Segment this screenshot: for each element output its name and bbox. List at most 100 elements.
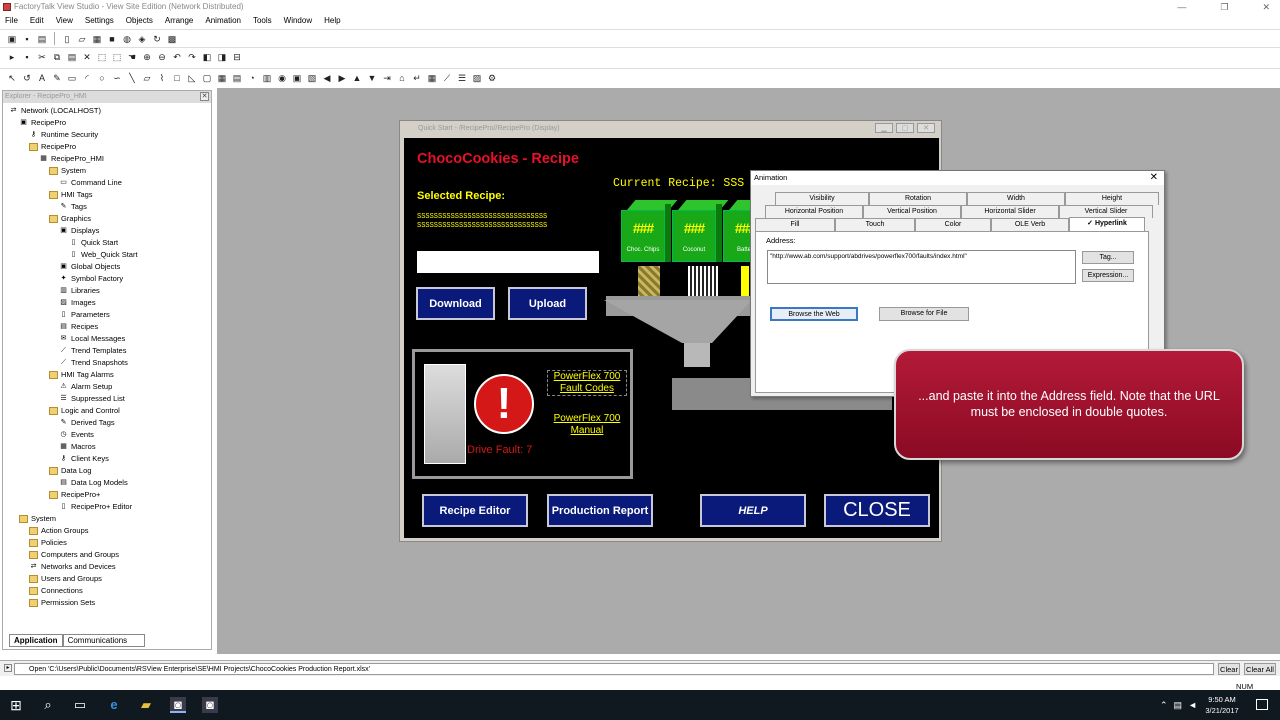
tree-item[interactable]: Users and Groups	[29, 573, 102, 585]
search-icon[interactable]: ⌕	[40, 697, 56, 713]
save-icon[interactable]: ▪	[21, 33, 33, 45]
trend-icon[interactable]: ⟋	[441, 72, 453, 84]
new-project-icon[interactable]: ▣	[6, 33, 18, 45]
tree-item[interactable]: Logic and Control	[49, 405, 120, 417]
tree-item[interactable]: Connections	[29, 585, 83, 597]
arrow-icon[interactable]: ▸	[6, 51, 18, 63]
tree-item[interactable]: ⇄ Networks and Devices	[29, 561, 116, 573]
menu-help[interactable]: Help	[324, 14, 340, 28]
redo-icon[interactable]: ↷	[186, 51, 198, 63]
close-display-button[interactable]: CLOSE	[824, 494, 930, 527]
tree-item[interactable]: RecipePro	[29, 141, 76, 153]
expression-button[interactable]: Expression...	[1082, 269, 1134, 282]
menu-window[interactable]: Window	[284, 14, 312, 28]
tree-item[interactable]: ✎ Tags	[59, 201, 87, 213]
string-display-icon[interactable]: ▤	[231, 72, 243, 84]
test-icon[interactable]: ◈	[136, 33, 148, 45]
button-icon[interactable]: ▢	[201, 72, 213, 84]
copy-icon[interactable]: ⧉	[51, 51, 63, 63]
tree-item[interactable]: ▨ Images	[59, 297, 95, 309]
new-icon[interactable]: ▯	[61, 33, 73, 45]
arrow-left-icon[interactable]: ◀	[321, 72, 333, 84]
display-client-taskbar-icon[interactable]: ◙	[202, 697, 218, 713]
tab-height[interactable]: Height	[1065, 192, 1159, 205]
numeric-display-icon[interactable]: ▦	[216, 72, 228, 84]
tree-item[interactable]: ▯ Quick Start	[69, 237, 119, 249]
clear-all-button[interactable]: Clear All	[1244, 663, 1276, 675]
image-icon[interactable]: ▣	[291, 72, 303, 84]
line-icon[interactable]: ╲	[126, 72, 138, 84]
polyline-icon[interactable]: ⌇	[156, 72, 168, 84]
tab-horizontal-position[interactable]: Horizontal Position	[765, 205, 863, 218]
tree-item[interactable]: ⚷ Client Keys	[59, 453, 109, 465]
tree-item[interactable]: ▣ Displays	[59, 225, 99, 237]
tree-item[interactable]: ⟋ Trend Templates	[59, 345, 126, 357]
factorytalk-taskbar-icon[interactable]: ◙	[170, 697, 186, 713]
align-icon[interactable]: ⊟	[231, 51, 243, 63]
tree-item[interactable]: HMI Tags	[49, 189, 93, 201]
menu-animation[interactable]: Animation	[205, 14, 241, 28]
open-icon[interactable]: ▱	[76, 33, 88, 45]
menu-view[interactable]: View	[56, 14, 73, 28]
tree-item[interactable]: ▯ Web_Quick Start	[69, 249, 138, 261]
text-icon[interactable]: A	[36, 72, 48, 84]
tree-item[interactable]: ⟋ Trend Snapshots	[59, 357, 128, 369]
goto-icon[interactable]: ⇥	[381, 72, 393, 84]
tree-item[interactable]: Graphics	[49, 213, 91, 225]
tab-fill[interactable]: Fill	[755, 218, 835, 231]
tree-item[interactable]: ▤ Data Log Models	[59, 477, 128, 489]
restore-icon[interactable]: ❐	[1220, 0, 1228, 14]
task-view-icon[interactable]: ▭	[72, 697, 88, 713]
menu-file[interactable]: File	[5, 14, 18, 28]
clock[interactable]: 9:50 AM 3/21/2017	[1200, 694, 1244, 716]
rotate-icon[interactable]: ↺	[21, 72, 33, 84]
tree-item[interactable]: ▦ Macros	[59, 441, 95, 453]
volume-tray-icon[interactable]: ◄	[1188, 700, 1197, 711]
tree-item[interactable]: ⚠ Alarm Setup	[59, 381, 112, 393]
tree-item[interactable]: Permission Sets	[29, 597, 95, 609]
tree-item[interactable]: System	[49, 165, 86, 177]
list-icon[interactable]: ☰	[456, 72, 468, 84]
tree-item[interactable]: ☰ Suppressed List	[59, 393, 124, 405]
arrow-right-icon[interactable]: ▶	[336, 72, 348, 84]
explorer-icon[interactable]: ▦	[91, 33, 103, 45]
globe-icon[interactable]: ◍	[121, 33, 133, 45]
tree-item[interactable]: ✎ Derived Tags	[59, 417, 115, 429]
production-report-button[interactable]: Production Report	[547, 494, 653, 527]
zoom-out-icon[interactable]: ⊖	[156, 51, 168, 63]
tree-item[interactable]: ✉ Local Messages	[59, 333, 126, 345]
minimize-icon[interactable]: —	[1177, 0, 1186, 14]
display-maximize-icon[interactable]: ▢	[896, 123, 914, 133]
tree-item[interactable]: ▯ Parameters	[59, 309, 110, 321]
display-minimize-icon[interactable]: ▁	[875, 123, 893, 133]
download-button[interactable]: Download	[416, 287, 495, 320]
tree-item[interactable]: ▦ RecipePro_HMI	[39, 153, 104, 165]
panel-icon[interactable]: ▧	[306, 72, 318, 84]
tree-item[interactable]: ▥ Libraries	[59, 285, 100, 297]
tab-hyperlink[interactable]: ✓ Hyperlink	[1069, 217, 1145, 231]
ungroup-icon[interactable]: ⬚	[111, 51, 123, 63]
polygon-icon[interactable]: ▱	[141, 72, 153, 84]
tree-item[interactable]: ◷ Events	[59, 429, 94, 441]
upload-button[interactable]: Upload	[508, 287, 587, 320]
tree-item[interactable]: Data Log	[49, 465, 91, 477]
ellipse-icon[interactable]: ○	[96, 72, 108, 84]
tray-chevron-icon[interactable]: ⌃	[1160, 700, 1168, 711]
help-button[interactable]: HELP	[700, 494, 806, 527]
group-icon[interactable]: ⬚	[96, 51, 108, 63]
tree-item[interactable]: Computers and Groups	[29, 549, 119, 561]
tab-rotation[interactable]: Rotation	[869, 192, 967, 205]
tab-application[interactable]: Application	[9, 634, 63, 647]
tree-item[interactable]: System	[19, 513, 56, 525]
tree-item[interactable]: ▭ Command Line	[59, 177, 122, 189]
home-icon[interactable]: ⌂	[396, 72, 408, 84]
undo-icon[interactable]: ↶	[171, 51, 183, 63]
tree-item[interactable]: RecipePro+	[49, 489, 100, 501]
recipe-input[interactable]	[417, 251, 599, 273]
tree-item[interactable]: ⚷ Runtime Security	[29, 129, 98, 141]
activex-icon[interactable]: ⚙	[486, 72, 498, 84]
menu-edit[interactable]: Edit	[30, 14, 44, 28]
menu-objects[interactable]: Objects	[126, 14, 153, 28]
rectangle-icon[interactable]: ▭	[66, 72, 78, 84]
file-explorer-icon[interactable]: ▰	[138, 697, 154, 713]
